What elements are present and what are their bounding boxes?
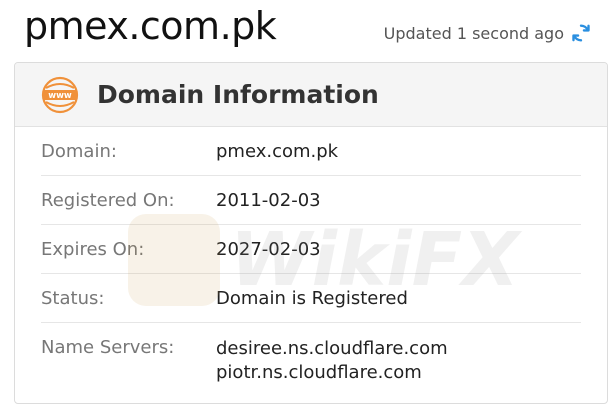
name-server: piotr.ns.cloudflare.com [216,362,422,383]
updated-text: Updated 1 second ago [383,23,564,43]
card-title: Domain Information [97,80,379,109]
row-label: Status: [41,288,105,309]
row-label: Registered On: [41,190,175,211]
www-icon-text: www [48,91,72,101]
row-registered-on: Registered On: 2011-02-03 [41,176,581,225]
row-value: 2011-02-03 [216,190,321,211]
domain-info-card: www Domain Information Domain: pmex.com.… [14,62,608,404]
row-value: Domain is Registered [216,288,408,309]
info-rows: Domain: pmex.com.pk Registered On: 2011-… [15,127,607,401]
update-status: Updated 1 second ago [384,22,592,44]
row-name-servers: Name Servers: desiree.ns.cloudflare.com … [41,323,581,401]
row-value: 2027-02-03 [216,239,321,260]
row-label: Domain: [41,141,117,162]
site-title: pmex.com.pk [24,4,277,48]
row-status: Status: Domain is Registered [41,274,581,323]
row-value: desiree.ns.cloudflare.com piotr.ns.cloud… [216,323,448,401]
row-label: Name Servers: [41,337,175,358]
www-globe-icon: www [41,76,79,114]
row-label: Expires On: [41,239,145,260]
name-server: desiree.ns.cloudflare.com [216,338,448,359]
page: pmex.com.pk Updated 1 second ago www Dom… [0,0,614,419]
row-expires-on: Expires On: 2027-02-03 [41,225,581,274]
card-header: www Domain Information [15,63,607,127]
row-domain: Domain: pmex.com.pk [41,127,581,176]
row-value: pmex.com.pk [216,141,339,162]
refresh-icon[interactable] [570,22,592,44]
